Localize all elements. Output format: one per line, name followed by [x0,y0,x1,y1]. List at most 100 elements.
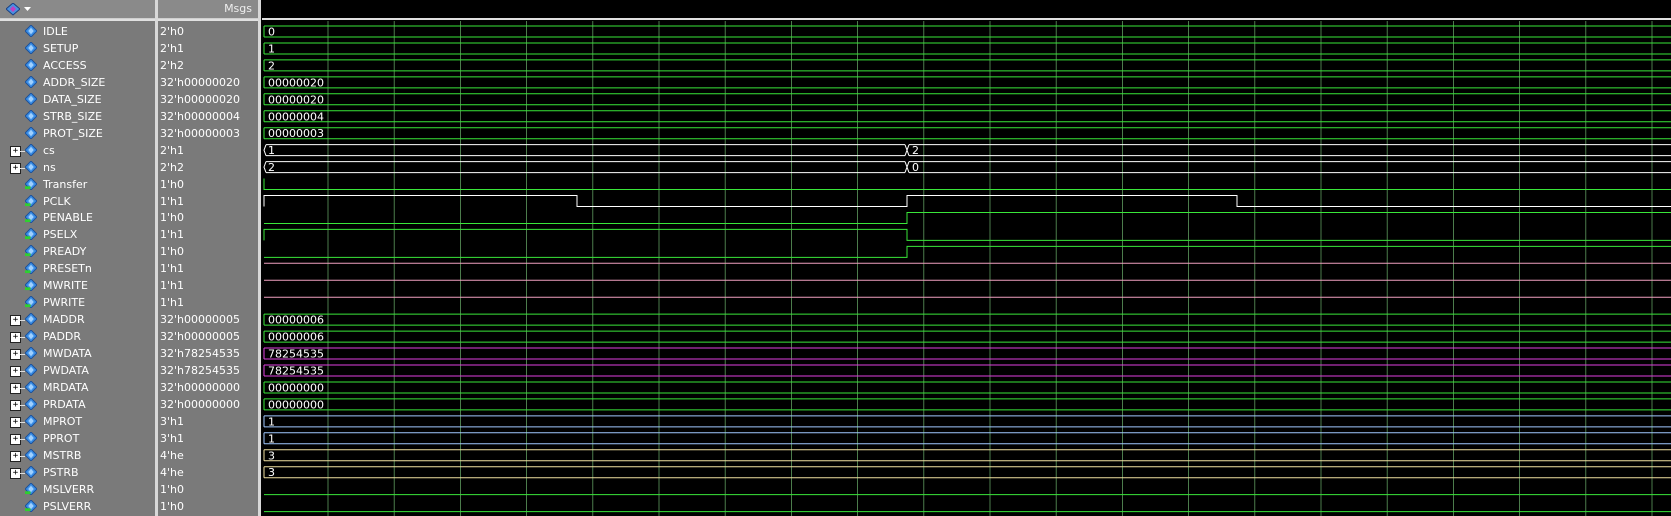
wave-cs-transition [904,144,910,156]
signal-name-penable[interactable]: PENABLE [43,209,93,226]
signal-value-pready: 1'h0 [160,245,184,259]
wave-ns-label2: 0 [912,161,919,174]
signal-value-mwrite: 1'h1 [160,279,184,293]
signal-value-presetn: 1'h1 [160,262,184,276]
waveform-panel[interactable]: 0 1 2 00000020 00000020 00000004 00000003 1 2 2 0 0… [262,0,1671,516]
signal-value-transfer: 1'h0 [160,177,184,191]
signal-diamond-icon [25,465,37,478]
signal-name-addr_size[interactable]: ADDR_SIZE [43,74,105,91]
wave-mwdata-label: 78254535 [268,348,324,361]
signal-port-icon [25,211,37,224]
wave-cs-label2: 2 [912,144,919,157]
signal-name-mrdata[interactable]: MRDATA [43,379,88,396]
waveform-canvas[interactable]: 012000000200000002000000004000000031 22 00… [262,0,1671,516]
signal-diamond-icon [25,414,37,427]
signal-port-icon [25,499,37,512]
signal-port-icon [25,245,37,258]
signal-value-access: 2'h2 [160,58,184,72]
signal-port-icon [25,194,37,207]
signal-value-mwdata: 32'h78254535 [160,347,240,361]
signal-value-panel: Msgs 2'h0 2'h1 2'h2 32'h00000020 32'h0000002… [158,0,258,516]
signal-name-strb_size[interactable]: STRB_SIZE [43,108,102,125]
wave-pselx [263,228,1671,241]
signal-value-pwdata: 32'h78254535 [160,364,240,377]
wave-maddr-label: 00000006 [268,314,324,327]
wave-transfer [263,178,1671,191]
signal-value-prot_size: 32'h00000003 [160,126,240,140]
signal-diamond-icon [25,448,37,461]
signal-name-presetn[interactable]: PRESETn [43,260,92,277]
signal-name-ns[interactable]: ns [43,159,56,176]
signal-value-mprot: 3'h1 [160,414,184,428]
signal-value-ns: 2'h2 [160,160,184,174]
signal-name-setup[interactable]: SETUP [43,40,78,57]
signal-diamond-icon [25,347,37,360]
signal-diamond-icon [25,126,37,139]
signal-value-pslverr: 1'h0 [160,499,184,513]
signal-port-icon [25,279,37,292]
wave-access-label: 2 [268,59,275,72]
wave-mrdata-label: 00000000 [268,381,324,394]
signal-port-icon [25,177,37,190]
signal-value-prdata: 32'h00000000 [160,397,240,411]
signal-name-idle[interactable]: IDLE [43,23,68,40]
signal-diamond-icon [25,380,37,393]
signal-port-icon [25,228,37,241]
signal-name-mstrb[interactable]: MSTRB [43,447,81,464]
signal-name-maddr[interactable]: MADDR [43,311,85,328]
wave-strb_size-label: 00000004 [268,110,324,123]
signal-name-access[interactable]: ACCESS [43,57,87,74]
wave-idle-label: 0 [268,26,275,39]
signal-value-pstrb: 4'he [160,465,184,479]
signal-name-pstrb[interactable]: PSTRB [43,464,79,481]
name-panel-header [0,0,157,19]
signal-value-strb_size: 32'h00000004 [160,109,240,123]
signal-name-pprot[interactable]: PPROT [43,430,79,447]
signal-name-prdata[interactable]: PRDATA [43,396,86,413]
signal-name-transfer[interactable]: Transfer [43,176,87,193]
signal-value-mslverr: 1'h0 [160,482,184,496]
signal-diamond-icon [25,364,37,376]
signal-value-pwrite: 1'h1 [160,296,184,310]
wave-cs-label: 1 [268,144,275,157]
wave-pwdata-label: 78254535 [268,365,324,378]
wave-cs-start [263,144,267,156]
wave-signal-icon[interactable] [6,3,20,16]
signal-name-pslverr[interactable]: PSLVERR [43,498,91,515]
signal-name-mprot[interactable]: MPROT [43,413,82,430]
signal-name-data_size[interactable]: DATA_SIZE [43,91,102,108]
wave-mprot-label: 1 [268,415,275,428]
signal-name-mslverr[interactable]: MSLVERR [43,481,94,498]
wave-pready [264,245,1671,258]
signal-diamond-icon [25,109,37,122]
signal-diamond-icon [25,41,37,54]
signal-port-icon [25,482,37,495]
signal-name-prot_size[interactable]: PROT_SIZE [43,125,103,142]
wave-ns-label: 2 [268,161,275,174]
signal-name-pwrite[interactable]: PWRITE [43,294,85,311]
signal-diamond-icon [25,397,37,410]
msgs-label: Msgs [224,2,252,15]
signal-name-mwrite[interactable]: MWRITE [43,277,88,294]
wave-header [262,0,1671,18]
wave-pclk [263,195,1671,207]
signal-name-pselx[interactable]: PSELX [43,226,77,243]
signal-value-pclk: 1'h1 [160,194,184,208]
signal-port-icon [25,296,37,309]
wave-pstrb-label: 3 [268,466,275,479]
signal-diamond-icon [25,58,37,71]
wave-addr_size-label: 00000020 [268,76,324,89]
signal-name-pready[interactable]: PREADY [43,243,86,260]
wave-penable [264,211,1671,224]
wave-pprot-label: 1 [268,432,275,445]
signal-value-penable: 1'h0 [160,211,184,225]
signal-name-mwdata[interactable]: MWDATA [43,345,92,362]
signal-value-data_size: 32'h00000020 [160,92,240,106]
signal-name-paddr[interactable]: PADDR [43,328,81,345]
wave-data_size-label: 00000020 [268,93,324,106]
signal-name-pclk[interactable]: PCLK [43,193,71,210]
signal-name-pwdata[interactable]: PWDATA [43,362,89,379]
signal-diamond-icon [25,92,37,105]
dropdown-arrow-icon[interactable] [24,7,31,12]
signal-name-cs[interactable]: cs [43,142,55,159]
